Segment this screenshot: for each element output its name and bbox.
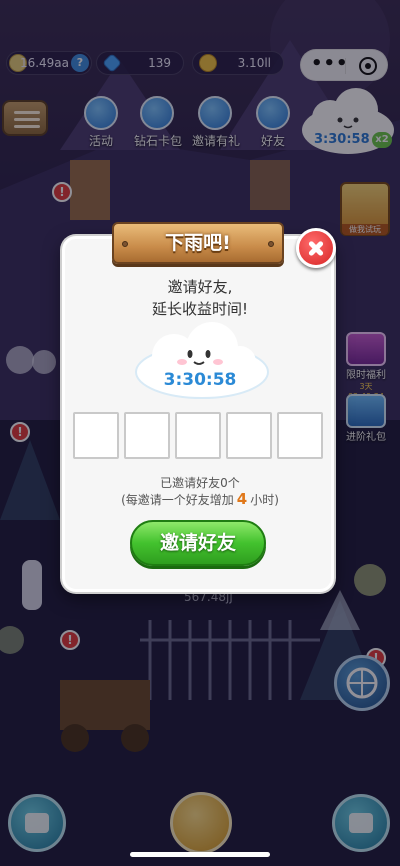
friend-slot[interactable] — [124, 412, 170, 459]
dialog-cloud-timer: 3:30:58 — [163, 370, 237, 390]
friend-slot[interactable] — [73, 412, 119, 459]
friend-slot[interactable] — [226, 412, 272, 459]
close-icon[interactable] — [296, 228, 336, 268]
per-invite-suffix: 小时) — [250, 493, 279, 507]
dialog-message-line1: 邀请好友, — [167, 278, 233, 296]
per-invite-hours: 4 — [236, 490, 248, 508]
invite-slots — [73, 412, 325, 460]
friend-slot[interactable] — [175, 412, 221, 459]
home-indicator — [130, 852, 270, 857]
dialog-cloud: 3:30:58 — [130, 322, 272, 399]
dialog-message-line2: 延长收益时间! — [151, 300, 248, 318]
per-invite-prefix: (每邀请一个好友增加 — [121, 493, 234, 507]
per-invite-text: (每邀请一个好友增加 4 小时) — [62, 490, 338, 508]
dialog-title: 下雨吧! — [165, 232, 231, 254]
dialog-title-plank: 下雨吧! — [112, 222, 284, 264]
cloud-icon — [135, 322, 269, 399]
invited-count-text: 已邀请好友0个 — [160, 476, 240, 490]
friend-slot[interactable] — [277, 412, 323, 459]
invite-friends-button[interactable]: 邀请好友 — [130, 520, 266, 566]
